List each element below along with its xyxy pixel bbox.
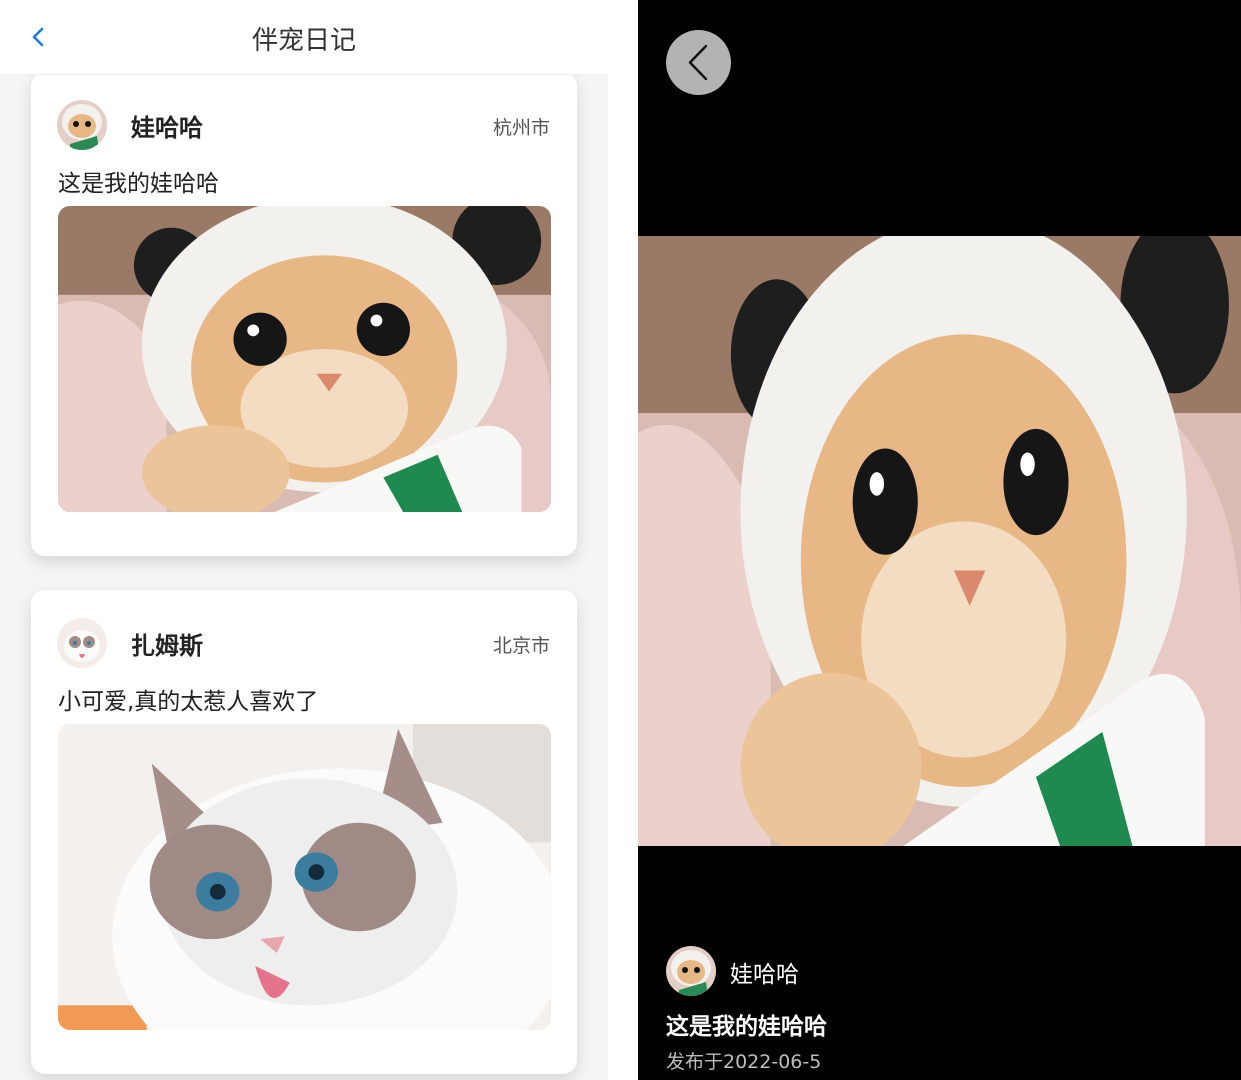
detail-text: 这是我的娃哈哈: [666, 1014, 827, 1040]
page-title: 伴宠日记: [251, 26, 356, 56]
post-username[interactable]: 扎姆斯: [131, 626, 203, 661]
post-photo[interactable]: [58, 206, 551, 512]
nav-bar: 伴宠日记: [0, 0, 608, 75]
detail-screen: 娃哈哈 这是我的娃哈哈 发布于2022-06-5: [638, 0, 1241, 1080]
post-city: 杭州市: [492, 117, 550, 139]
chevron-left-icon: [688, 44, 708, 81]
avatar[interactable]: [57, 100, 107, 150]
feed-screen: 娃哈哈 杭州市 这是我的娃哈哈 扎姆斯 北京市 小可爱,真的太惹人喜欢了 伴宠日…: [0, 0, 608, 1080]
post-username[interactable]: 娃哈哈: [131, 108, 203, 143]
post-card[interactable]: 扎姆斯 北京市 小可爱,真的太惹人喜欢了: [31, 590, 577, 1074]
screen-divider: [608, 0, 638, 1080]
post-city: 北京市: [492, 635, 550, 657]
post-text: 这是我的娃哈哈: [58, 171, 219, 197]
avatar[interactable]: [666, 946, 716, 996]
post-text: 小可爱,真的太惹人喜欢了: [58, 689, 319, 715]
post-card[interactable]: 娃哈哈 杭州市 这是我的娃哈哈: [31, 72, 577, 556]
detail-photo[interactable]: [638, 236, 1241, 846]
publish-date: 发布于2022-06-5: [666, 1051, 822, 1073]
avatar[interactable]: [57, 618, 107, 668]
post-photo[interactable]: [58, 724, 551, 1030]
back-button[interactable]: [666, 30, 731, 95]
detail-username[interactable]: 娃哈哈: [730, 955, 799, 989]
